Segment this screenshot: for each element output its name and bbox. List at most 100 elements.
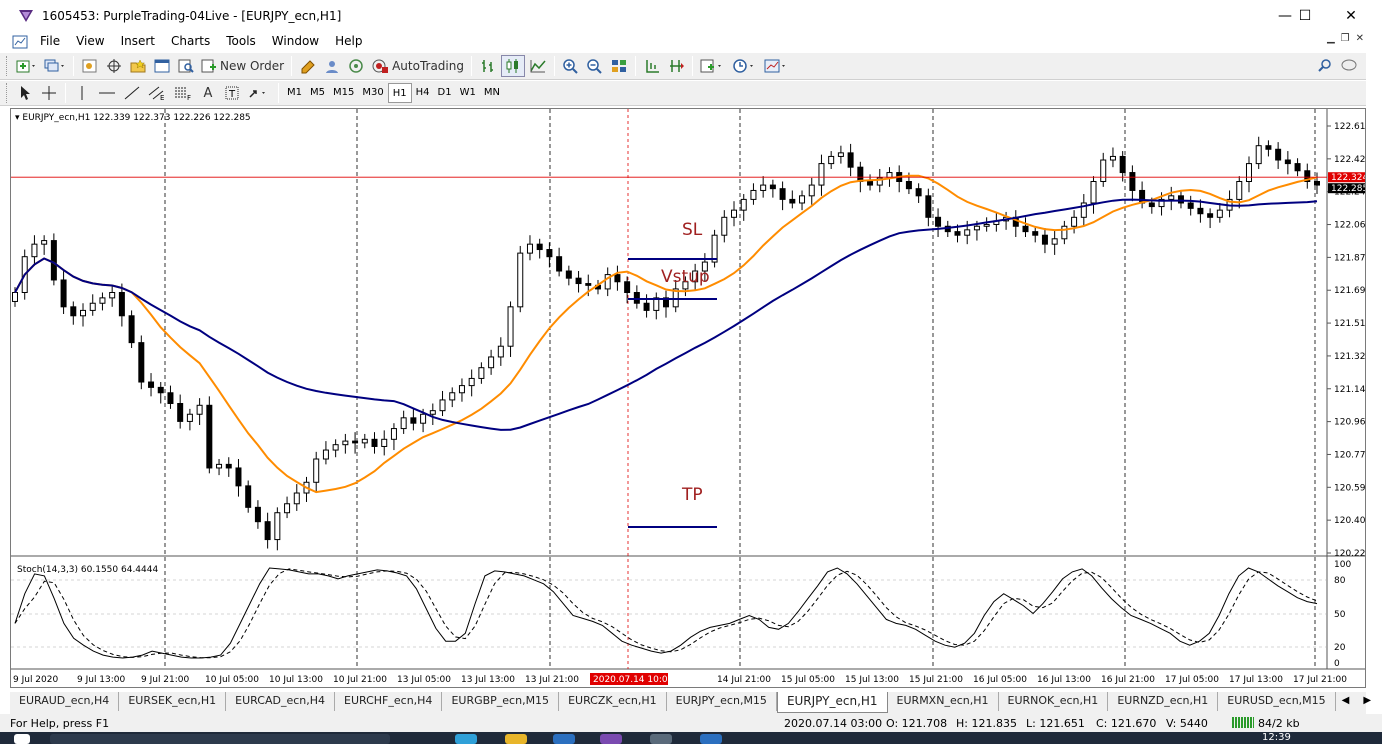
navigator-icon[interactable] [127,55,149,77]
new-chart-icon[interactable] [14,55,40,77]
candle-body [1090,181,1097,204]
market-icon[interactable] [345,55,367,77]
trendline-icon[interactable] [121,82,143,104]
auto-scroll-icon[interactable] [665,55,687,77]
mdi-close-icon[interactable]: ✕ [1356,33,1364,44]
chart-window[interactable]: 122.610122.425122.240122.060121.875121.6… [10,108,1371,688]
outlook-icon[interactable] [553,734,575,744]
maximize-button[interactable]: ☐ [1282,0,1328,31]
menu-help[interactable]: Help [327,31,370,52]
metaeditor-icon[interactable] [297,55,319,77]
equidistant-channel-icon[interactable]: E [145,82,169,104]
candle-body [138,342,145,383]
edge-icon[interactable] [455,734,477,744]
taskbar-clock: 12:39 [1262,732,1291,743]
time-label: 9 Jul 13:00 [77,675,126,685]
timeframe-h4[interactable]: H4 [412,83,434,103]
search-icon[interactable] [1314,55,1336,77]
tab-eurusd-m15[interactable]: EURUSD_ecn,M15 [1218,692,1336,711]
tab-eurjpy-m15[interactable]: EURJPY_ecn,M15 [667,692,777,711]
tab-eursek-h1[interactable]: EURSEK_ecn,H1 [119,692,227,711]
indicator-level-label: 100 [1334,560,1351,570]
tab-scroll: ◀ ▶ [1336,692,1377,709]
time-label: 14 Jul 21:00 [717,675,771,685]
periods-icon[interactable] [730,55,760,77]
text-icon[interactable]: A [197,82,219,104]
tab-eurcad-h4[interactable]: EURCAD_ecn,H4 [226,692,335,711]
menu-tools[interactable]: Tools [218,31,264,52]
profiles-icon[interactable] [42,55,68,77]
new-order-button[interactable]: New Order [199,55,286,77]
zoom-in-icon[interactable] [560,55,582,77]
data-window-icon[interactable] [103,55,125,77]
explorer-icon[interactable] [505,734,527,744]
candle-body [245,485,252,508]
fibonacci-icon[interactable]: F [171,82,195,104]
price-chart[interactable]: 122.610122.425122.240122.060121.875121.6… [11,109,1371,687]
time-label: 13 Jul 21:00 [525,675,579,685]
timeframe-w1[interactable]: W1 [456,83,480,103]
signals-icon[interactable] [321,55,343,77]
timeframe-d1[interactable]: D1 [434,83,456,103]
tab-eurnok-h1[interactable]: EURNOK_ecn,H1 [999,692,1109,711]
taskbar-search-box[interactable] [50,734,390,744]
metatrader-taskbar-icon[interactable] [600,734,622,744]
tab-eurnzd-h1[interactable]: EURNZD_ecn,H1 [1108,692,1219,711]
text-label-icon[interactable]: T [221,82,243,104]
tab-eurgbp-m15[interactable]: EURGBP_ecn,M15 [442,692,560,711]
tab-scroll-left-icon[interactable]: ◀ [1342,695,1350,706]
tab-eurmxn-h1[interactable]: EURMXN_ecn,H1 [888,692,999,711]
toolbar-separator [291,56,293,76]
time-label: 13 Jul 05:00 [397,675,451,685]
tile-windows-icon[interactable] [608,55,630,77]
crosshair-icon[interactable] [38,82,60,104]
price-label: 120.405 [1334,516,1365,526]
market-watch-icon[interactable] [79,55,101,77]
taskbar-app-icon[interactable] [650,734,672,744]
strategy-tester-icon[interactable] [175,55,197,77]
autotrading-button[interactable]: AutoTrading [369,55,466,77]
tab-eurjpy-h1[interactable]: EURJPY_ecn,H1 [776,692,888,713]
timeframe-m5[interactable]: M5 [306,83,329,103]
tab-eurchf-h4[interactable]: EURCHF_ecn,H4 [335,692,443,711]
templates-icon[interactable] [762,55,792,77]
taskbar-app-icon-2[interactable] [700,734,722,744]
vertical-line-icon[interactable] [71,82,93,104]
toolbar-grip[interactable] [6,56,9,76]
timeframe-m30[interactable]: M30 [358,83,387,103]
cursor-time-label: 2020.07.14 10:00 [593,675,674,685]
candle-body [1275,148,1282,161]
chat-icon[interactable] [1338,55,1360,77]
menu-window[interactable]: Window [264,31,327,52]
menu-charts[interactable]: Charts [163,31,218,52]
tab-scroll-right-icon[interactable]: ▶ [1363,695,1371,706]
tab-eurczk-h1[interactable]: EURCZK_ecn,H1 [559,692,667,711]
close-button[interactable]: ✕ [1328,0,1374,31]
indicators-icon[interactable] [698,55,728,77]
tab-euraud-h4[interactable]: EURAUD_ecn,H4 [10,692,120,711]
menu-insert[interactable]: Insert [113,31,163,52]
candle-body [1100,159,1107,183]
zoom-out-icon[interactable] [584,55,606,77]
price-label: 121.875 [1334,253,1365,263]
terminal-icon[interactable] [151,55,173,77]
start-icon[interactable] [14,734,30,744]
line-chart-icon[interactable] [527,55,549,77]
chart-shift-icon[interactable] [641,55,663,77]
bar-chart-icon[interactable] [477,55,499,77]
menu-view[interactable]: View [68,31,112,52]
horizontal-line-icon[interactable] [95,82,119,104]
candlestick-chart-icon[interactable] [500,55,525,77]
timeframe-m15[interactable]: M15 [329,83,358,103]
mdi-minimize-icon[interactable]: ▁ [1327,33,1335,44]
indicator-header: Stoch(14,3,3) 60.1550 64.4444 [17,565,158,575]
cursor-icon[interactable] [14,82,36,104]
toolbar-grip[interactable] [6,83,9,103]
chart-window-icon[interactable] [12,34,28,50]
timeframe-m1[interactable]: M1 [283,83,306,103]
menu-file[interactable]: File [32,31,68,52]
mdi-restore-icon[interactable]: ❐ [1341,33,1350,44]
arrows-icon[interactable] [245,82,273,104]
timeframe-h1[interactable]: H1 [387,83,412,103]
timeframe-mn[interactable]: MN [480,83,504,103]
